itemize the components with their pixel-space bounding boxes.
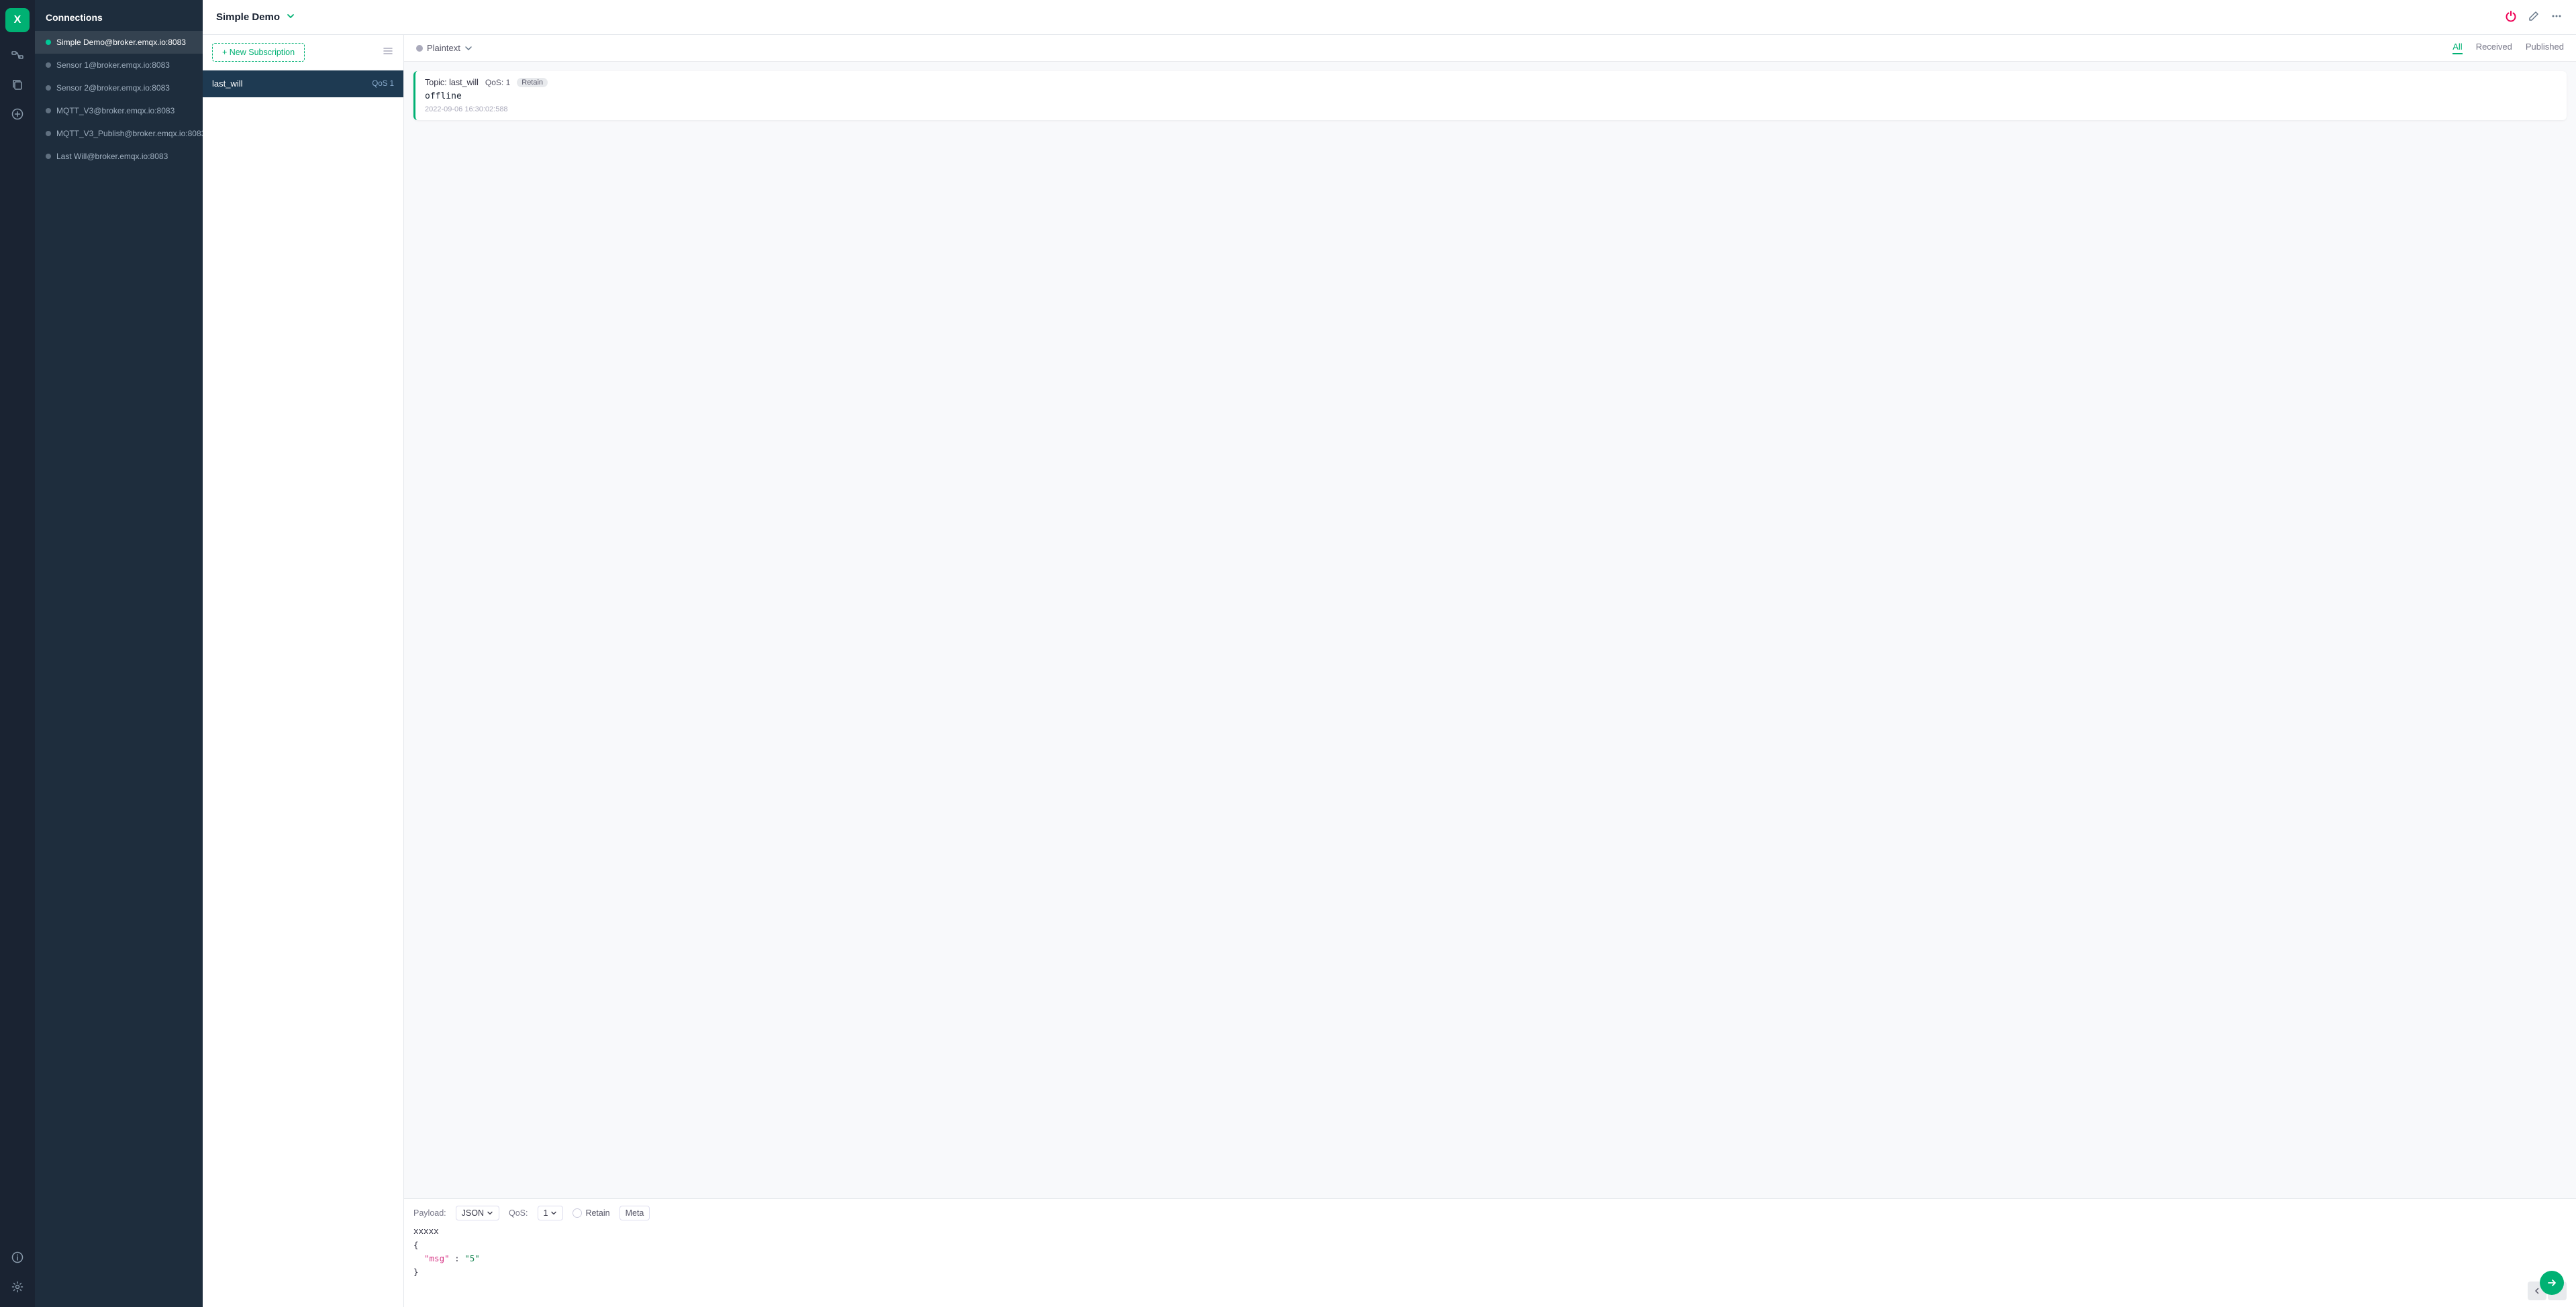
topbar-left: Simple Demo (216, 11, 296, 23)
connection-title: Simple Demo (216, 11, 280, 23)
sidebar-connection-item[interactable]: Simple Demo@broker.emqx.io:8083 (35, 31, 203, 54)
title-chevron-icon[interactable] (285, 11, 296, 23)
retain-badge: Retain (517, 78, 548, 87)
filter-published-tab[interactable]: Published (2526, 42, 2564, 54)
message-timestamp: 2022-09-06 16:30:02:588 (425, 105, 2557, 113)
message-card: Topic: last_will QoS: 1 Retain offline 2… (413, 71, 2567, 120)
sidebar-connection-item[interactable]: Sensor 2@broker.emqx.io:8083 (35, 76, 203, 99)
connection-status-dot (46, 131, 51, 136)
connection-status-dot (46, 85, 51, 91)
send-button[interactable] (2540, 1271, 2564, 1295)
subscription-qos: QoS 1 (372, 80, 394, 88)
compose-bottom (413, 1282, 2567, 1300)
format-value: JSON (462, 1208, 484, 1218)
content-area: + New Subscription last_will QoS 1 (203, 35, 2576, 1307)
info-nav-icon[interactable] (5, 1245, 30, 1269)
power-icon[interactable] (2505, 10, 2517, 24)
connection-status-dot (46, 154, 51, 159)
compose-toolbar: Payload: JSON QoS: 1 (413, 1206, 2567, 1220)
compose-area: Payload: JSON QoS: 1 (404, 1198, 2576, 1307)
sidebar-connection-item[interactable]: MQTT_V3_Publish@broker.emqx.io:8083 (35, 122, 203, 145)
main-area: Simple Demo (203, 0, 2576, 1307)
subscription-item[interactable]: last_will QoS 1 (203, 70, 403, 97)
subscription-topic: last_will (212, 79, 243, 89)
payload-label: Payload: (413, 1208, 446, 1218)
messages-panel: Plaintext All Received Published Topic: … (404, 35, 2576, 1307)
compose-code: { "msg" : "5" } (413, 1239, 2567, 1279)
sidebar-connection-item[interactable]: Sensor 1@broker.emqx.io:8083 (35, 54, 203, 76)
edit-icon[interactable] (2528, 10, 2540, 24)
format-selector[interactable]: Plaintext (416, 43, 473, 53)
subscriptions-panel: + New Subscription last_will QoS 1 (203, 35, 404, 1307)
connection-label: Sensor 2@broker.emqx.io:8083 (56, 83, 170, 93)
icon-bar: X (0, 0, 35, 1307)
connections-nav-icon[interactable] (5, 43, 30, 67)
filter-all-tab[interactable]: All (2453, 42, 2462, 54)
connection-label: MQTT_V3@broker.emqx.io:8083 (56, 106, 175, 115)
sidebar-connection-item[interactable]: Last Will@broker.emqx.io:8083 (35, 145, 203, 168)
copy-nav-icon[interactable] (5, 72, 30, 97)
filter-received-tab[interactable]: Received (2476, 42, 2512, 54)
qos-value: 1 (544, 1208, 548, 1218)
topbar-right (2505, 10, 2563, 24)
retain-checkbox-circle (573, 1208, 582, 1218)
json-value: "5" (464, 1253, 480, 1263)
list-view-icon[interactable] (382, 45, 394, 60)
format-select[interactable]: JSON (456, 1206, 499, 1220)
connection-label: Last Will@broker.emqx.io:8083 (56, 152, 168, 161)
connection-label: MQTT_V3_Publish@broker.emqx.io:8083 (56, 129, 203, 138)
brace-close: } (413, 1267, 419, 1277)
sidebar-header: Connections (35, 0, 203, 31)
new-subscription-button[interactable]: + New Subscription (212, 43, 305, 62)
topic-input[interactable]: xxxxx (413, 1226, 2567, 1236)
connection-label: Sensor 1@broker.emqx.io:8083 (56, 60, 170, 70)
topbar: Simple Demo (203, 0, 2576, 35)
message-topic: Topic: last_will (425, 78, 479, 87)
connection-status-dot (46, 108, 51, 113)
qos-label: QoS: (509, 1208, 528, 1218)
format-chevron-icon (464, 44, 473, 52)
brace-open: { (413, 1240, 419, 1250)
messages-toolbar: Plaintext All Received Published (404, 35, 2576, 62)
connection-status-dot (46, 40, 51, 45)
message-meta: Topic: last_will QoS: 1 Retain (425, 78, 2557, 87)
sidebar-connection-item[interactable]: MQTT_V3@broker.emqx.io:8083 (35, 99, 203, 122)
settings-nav-icon[interactable] (5, 1275, 30, 1299)
retain-label: Retain (585, 1208, 609, 1218)
connection-label: Simple Demo@broker.emqx.io:8083 (56, 38, 186, 47)
connection-list: Simple Demo@broker.emqx.io:8083 Sensor 1@… (35, 31, 203, 1307)
qos-select[interactable]: 1 (538, 1206, 564, 1220)
colon: : (454, 1253, 464, 1263)
connection-status-dot (46, 62, 51, 68)
messages-list: Topic: last_will QoS: 1 Retain offline 2… (404, 62, 2576, 1198)
format-dot-icon (416, 45, 423, 52)
sidebar: Connections Simple Demo@broker.emqx.io:8… (35, 0, 203, 1307)
qos-chevron-icon (550, 1210, 557, 1216)
subscriptions-header: + New Subscription (203, 35, 403, 70)
message-qos: QoS: 1 (485, 78, 510, 87)
format-select-chevron (487, 1210, 493, 1216)
meta-button[interactable]: Meta (620, 1206, 650, 1220)
filter-tabs: All Received Published (2453, 42, 2564, 54)
retain-checkbox[interactable]: Retain (573, 1208, 609, 1218)
json-key: "msg" (424, 1253, 450, 1263)
more-icon[interactable] (2550, 10, 2563, 24)
message-body: offline (425, 91, 2557, 101)
app-logo[interactable]: X (5, 8, 30, 32)
add-nav-icon[interactable] (5, 102, 30, 126)
format-label: Plaintext (427, 43, 460, 53)
subscription-list: last_will QoS 1 (203, 70, 403, 1307)
